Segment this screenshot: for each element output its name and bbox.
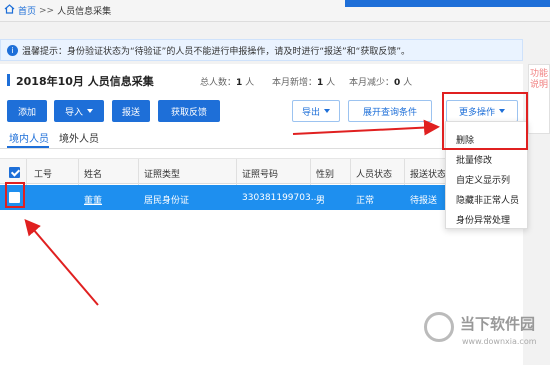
site-watermark: 当下软件园 www.downxia.com — [418, 308, 550, 365]
watermark-url: www.downxia.com — [462, 337, 537, 346]
watermark-text: 当下软件园 — [460, 315, 536, 333]
watermark-logo-icon — [424, 312, 454, 342]
annotation-arrow-to-checkbox — [24, 218, 99, 306]
annotation-arrow-to-menu — [292, 119, 440, 136]
